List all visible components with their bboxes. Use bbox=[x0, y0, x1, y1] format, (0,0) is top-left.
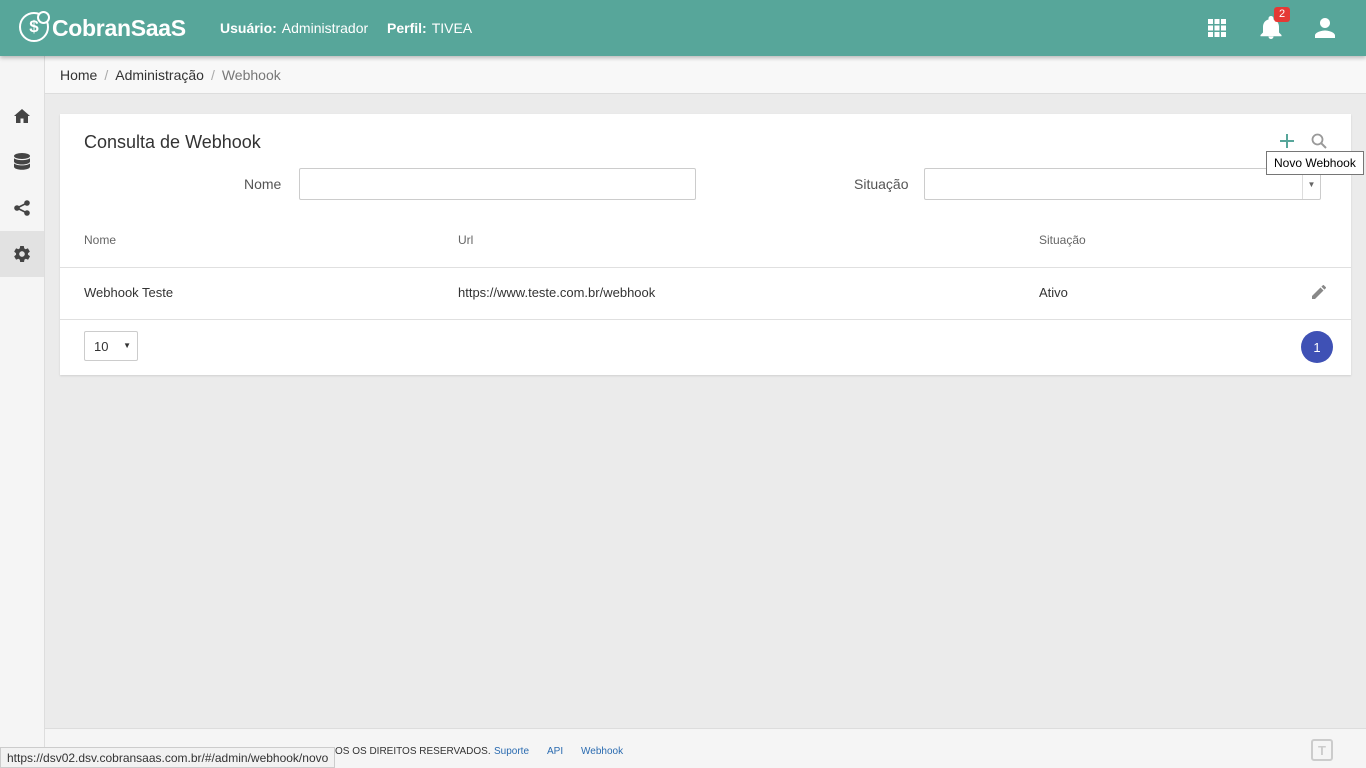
page-size-select[interactable]: 10 ▼ bbox=[84, 331, 138, 361]
breadcrumb-webhook: Webhook bbox=[221, 67, 281, 83]
row-situacao: Ativo bbox=[1039, 285, 1068, 300]
column-header-url[interactable]: Url bbox=[458, 233, 473, 247]
add-webhook-button[interactable] bbox=[1276, 130, 1298, 152]
profile-label: Perfil: bbox=[387, 20, 427, 36]
chevron-down-icon: ▼ bbox=[123, 341, 131, 350]
browser-status-url: https://dsv02.dsv.cobransaas.com.br/#/ad… bbox=[0, 747, 336, 768]
footer-link-suporte[interactable]: Suporte bbox=[494, 746, 529, 757]
column-header-situacao[interactable]: Situação bbox=[1039, 233, 1086, 247]
edit-row-button[interactable] bbox=[1312, 284, 1328, 301]
top-app-bar: $ CobranSaaS Usuário: Administrador Perfi… bbox=[0, 0, 1366, 56]
tooltip-novo-webhook: Novo Webhook bbox=[1266, 151, 1364, 175]
sidebar-item-settings[interactable] bbox=[0, 231, 44, 277]
user-label: Usuário: bbox=[220, 20, 277, 36]
nome-label: Nome bbox=[244, 176, 282, 192]
footer-link-webhook[interactable]: Webhook bbox=[581, 746, 623, 757]
apps-grid-icon[interactable] bbox=[1205, 16, 1229, 40]
footer-link-api[interactable]: API bbox=[547, 746, 563, 757]
footer-brand-icon: T bbox=[1311, 739, 1333, 761]
share-icon bbox=[14, 200, 30, 216]
table-divider bbox=[60, 267, 1351, 268]
app-logo[interactable]: $ CobranSaaS bbox=[19, 11, 186, 42]
page-title: Consulta de Webhook bbox=[84, 132, 261, 152]
home-icon bbox=[14, 109, 30, 123]
breadcrumb-home[interactable]: Home bbox=[60, 67, 97, 83]
notification-badge: 2 bbox=[1274, 7, 1290, 22]
breadcrumb-separator: / bbox=[210, 67, 215, 83]
nome-input[interactable] bbox=[299, 168, 696, 200]
gear-icon bbox=[14, 246, 30, 262]
column-header-nome[interactable]: Nome bbox=[84, 233, 116, 247]
database-icon bbox=[14, 153, 30, 170]
situacao-label: Situação bbox=[854, 176, 909, 192]
sidebar-item-database[interactable] bbox=[0, 139, 44, 185]
search-icon bbox=[1311, 133, 1327, 149]
search-button[interactable] bbox=[1308, 130, 1330, 152]
sidebar bbox=[0, 56, 45, 768]
page-size-value: 10 bbox=[94, 339, 109, 354]
sidebar-item-share[interactable] bbox=[0, 185, 44, 231]
situacao-select[interactable]: ▼ bbox=[924, 168, 1321, 200]
plus-icon bbox=[1280, 134, 1294, 148]
webhook-search-card: Consulta de Webhook Nome Situação ▼ Nome… bbox=[60, 114, 1351, 375]
account-icon[interactable] bbox=[1313, 16, 1337, 40]
sidebar-item-home[interactable] bbox=[0, 93, 44, 139]
footer-copyright: OS OS DIREITOS RESERVADOS. bbox=[335, 746, 491, 757]
logo-text: CobranSaaS bbox=[52, 15, 186, 41]
pencil-icon bbox=[1312, 284, 1327, 299]
profile-info: Perfil: TIVEA bbox=[387, 20, 472, 36]
user-value: Administrador bbox=[281, 20, 369, 36]
breadcrumb: Home / Administração / Webhook bbox=[45, 56, 1366, 94]
row-url: https://www.teste.com.br/webhook bbox=[458, 285, 656, 300]
breadcrumb-administracao[interactable]: Administração bbox=[115, 67, 204, 83]
table-divider bbox=[60, 319, 1351, 320]
breadcrumb-separator: / bbox=[104, 67, 109, 83]
row-nome: Webhook Teste bbox=[84, 285, 174, 300]
user-info: Usuário: Administrador bbox=[220, 20, 368, 36]
logo-mark-icon: $ bbox=[19, 11, 50, 42]
profile-value: TIVEA bbox=[431, 20, 473, 36]
pagination-page-1[interactable]: 1 bbox=[1301, 331, 1333, 363]
